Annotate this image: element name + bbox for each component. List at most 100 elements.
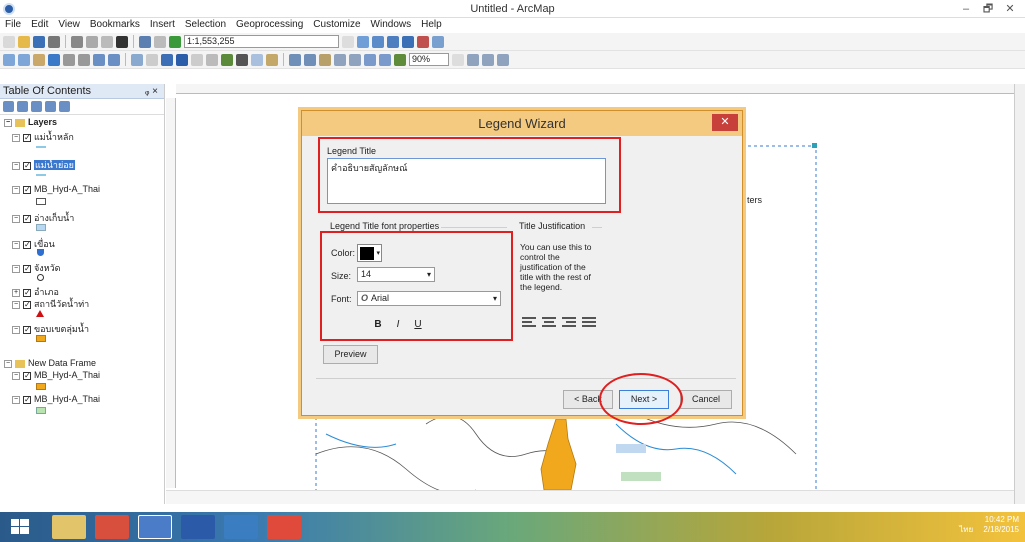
data-frame-layers[interactable]: − Layers	[4, 117, 57, 127]
word-icon[interactable]	[181, 515, 215, 539]
layer-gauge-station[interactable]: − ✓ สถานีวัดน้ำท่า	[12, 297, 89, 311]
measure-icon[interactable]	[221, 53, 233, 66]
arctoolbox-icon[interactable]	[417, 35, 429, 48]
size-select[interactable]: 14 ▾	[357, 267, 435, 282]
layout-pan-icon[interactable]	[319, 53, 331, 66]
options-icon[interactable]	[59, 101, 70, 112]
arcmap-taskbar-icon[interactable]	[138, 515, 172, 539]
map-scale-input[interactable]: 1:1,553,255	[184, 35, 339, 48]
menu-file[interactable]: File	[0, 18, 26, 31]
zoom-out-icon[interactable]	[18, 53, 30, 66]
dialog-close-button[interactable]: ✕	[712, 114, 738, 131]
select-features-icon[interactable]	[131, 53, 143, 66]
change-layout-icon[interactable]	[467, 53, 479, 66]
data-driven-pages-icon[interactable]	[482, 53, 494, 66]
align-center-icon[interactable]	[542, 317, 556, 327]
layer-reservoir[interactable]: − ✓ อ่างเก็บน้ำ	[12, 211, 74, 225]
html-popup-icon[interactable]	[206, 53, 218, 66]
chrome-icon[interactable]	[95, 515, 129, 539]
save-icon[interactable]	[33, 35, 45, 48]
vertical-scrollbar[interactable]	[1014, 84, 1025, 504]
legend-title-input[interactable]: คำอธิบายสัญลักษณ์	[327, 158, 606, 204]
clear-selection-icon[interactable]	[146, 53, 158, 66]
zoom-in-icon[interactable]	[3, 53, 15, 66]
align-right-icon[interactable]	[562, 317, 576, 327]
menu-windows[interactable]: Windows	[366, 18, 417, 31]
italic-button[interactable]: I	[389, 317, 407, 333]
underline-button[interactable]: U	[409, 317, 427, 333]
pan-icon[interactable]	[33, 53, 45, 66]
python-icon[interactable]	[432, 35, 444, 48]
layer-tributary[interactable]: − ✓ แม่น้ำย่อย	[12, 158, 75, 172]
layer-dam[interactable]: − ✓ เขื่อน	[12, 237, 55, 251]
menu-help[interactable]: Help	[416, 18, 447, 31]
list-by-source-icon[interactable]	[17, 101, 28, 112]
paint-icon[interactable]	[224, 515, 258, 539]
menu-bookmarks[interactable]: Bookmarks	[85, 18, 145, 31]
list-by-visibility-icon[interactable]	[31, 101, 42, 112]
layer-mb-hyd-3[interactable]: − ✓ MB_Hyd-A_Thai	[12, 394, 100, 404]
forward-extent-icon[interactable]	[108, 53, 120, 66]
color-picker[interactable]: ▾	[357, 244, 382, 262]
open-icon[interactable]	[18, 35, 30, 48]
new-map-icon[interactable]	[3, 35, 15, 48]
preview-button[interactable]: Preview	[323, 345, 378, 364]
menu-view[interactable]: View	[53, 18, 85, 31]
layout-zoom-input[interactable]: 90%	[409, 53, 449, 66]
xy-icon[interactable]	[266, 53, 278, 66]
zoom-whole-page-icon[interactable]	[334, 53, 346, 66]
list-by-selection-icon[interactable]	[45, 101, 56, 112]
focus-data-frame-icon[interactable]	[497, 53, 509, 66]
search-window-icon[interactable]	[402, 35, 414, 48]
close-button[interactable]: ✕	[999, 0, 1021, 18]
toggle-draft-icon[interactable]	[394, 53, 406, 66]
align-left-icon[interactable]	[522, 317, 536, 327]
undo-icon[interactable]	[139, 35, 151, 48]
layout-back-icon[interactable]	[364, 53, 376, 66]
fixed-zoom-out-icon[interactable]	[78, 53, 90, 66]
identify-icon[interactable]	[176, 53, 188, 66]
select-elements-icon[interactable]	[161, 53, 173, 66]
data-frame-new[interactable]: − New Data Frame	[4, 358, 96, 368]
full-extent-icon[interactable]	[48, 53, 60, 66]
minimize-button[interactable]: –	[955, 0, 977, 18]
print-icon[interactable]	[48, 35, 60, 48]
paste-icon[interactable]	[101, 35, 113, 48]
chevron-down-icon[interactable]	[342, 35, 354, 48]
table-icon[interactable]	[372, 35, 384, 48]
language-indicator[interactable]: ไทย	[959, 525, 973, 534]
align-justify-icon[interactable]	[582, 317, 596, 327]
delete-icon[interactable]	[116, 35, 128, 48]
hyperlink-icon[interactable]	[191, 53, 203, 66]
horizontal-scrollbar[interactable]	[166, 490, 1014, 504]
redo-icon[interactable]	[154, 35, 166, 48]
menu-geoprocessing[interactable]: Geoprocessing	[231, 18, 308, 31]
layer-watershed[interactable]: − ✓ ขอบเขตลุ่มน้ำ	[12, 322, 89, 336]
menu-edit[interactable]: Edit	[26, 18, 53, 31]
menu-selection[interactable]: Selection	[180, 18, 231, 31]
layer-mb-hyd[interactable]: − ✓ MB_Hyd-A_Thai	[12, 184, 100, 194]
cancel-button[interactable]: Cancel	[680, 390, 732, 409]
maximize-button[interactable]: 🗗	[977, 0, 999, 18]
clock[interactable]: 10:42 PM 2/18/2015	[983, 515, 1019, 535]
bold-button[interactable]: B	[369, 317, 387, 333]
acrobat-icon[interactable]	[267, 515, 301, 539]
toc-pin-close[interactable]: ᵩ ×	[145, 84, 158, 99]
menu-customize[interactable]: Customize	[308, 18, 365, 31]
list-by-drawing-order-icon[interactable]	[3, 101, 14, 112]
copy-icon[interactable]	[86, 35, 98, 48]
zoom-100-icon[interactable]	[349, 53, 361, 66]
fixed-zoom-in-icon[interactable]	[63, 53, 75, 66]
layout-zoom-in-icon[interactable]	[289, 53, 301, 66]
add-data-icon[interactable]	[169, 35, 181, 48]
back-extent-icon[interactable]	[93, 53, 105, 66]
cut-icon[interactable]	[71, 35, 83, 48]
layout-zoom-out-icon[interactable]	[304, 53, 316, 66]
route-icon[interactable]	[251, 53, 263, 66]
file-explorer-icon[interactable]	[52, 515, 86, 539]
layer-mb-hyd-2[interactable]: − ✓ MB_Hyd-A_Thai	[12, 370, 100, 380]
layout-forward-icon[interactable]	[379, 53, 391, 66]
font-select[interactable]: O Arial ▾	[357, 291, 501, 306]
layer-province[interactable]: − ✓ จังหวัด	[12, 261, 61, 275]
windows-start-icon[interactable]	[8, 515, 42, 539]
